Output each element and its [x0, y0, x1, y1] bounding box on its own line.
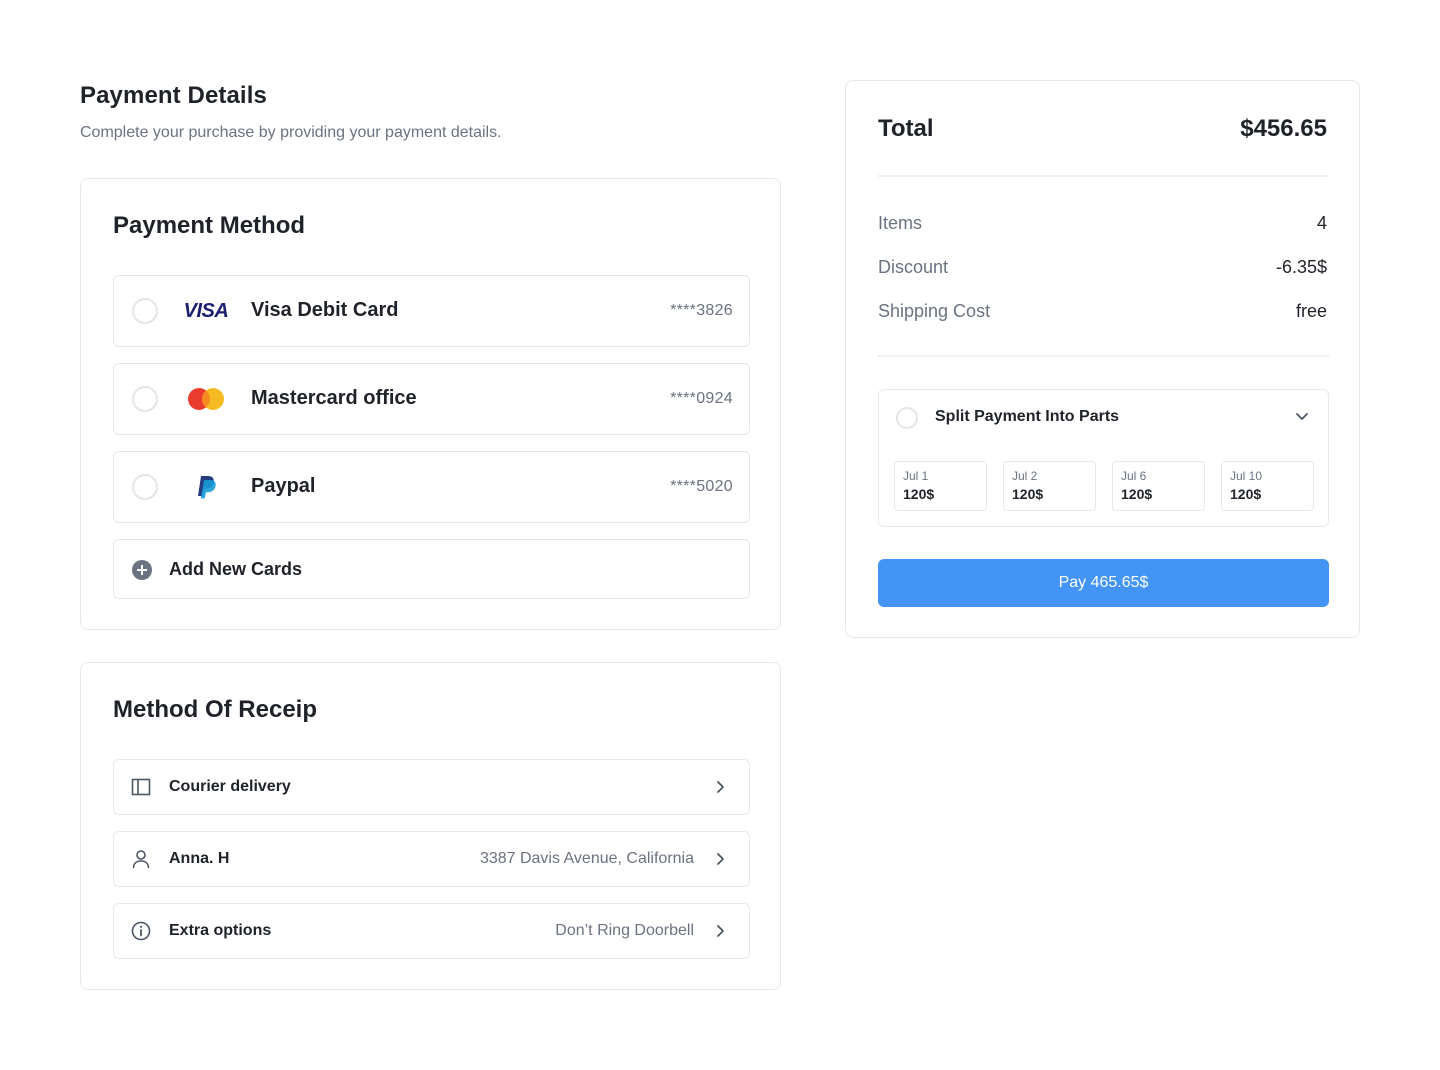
payment-option-number: ****0924	[670, 390, 733, 407]
split-payment-title[interactable]: Split Payment Into Parts	[935, 408, 1119, 426]
summary-row-label: Discount	[878, 257, 949, 277]
payment-option-number: ****3826	[670, 302, 733, 319]
summary-row-value: 4	[1316, 213, 1327, 233]
payment-option-visa[interactable]: VISA Visa Debit Card ****3826	[113, 275, 750, 347]
payment-option-name: Mastercard office	[251, 387, 417, 409]
paypal-logo-icon	[184, 474, 228, 500]
chevron-right-icon	[717, 781, 724, 793]
mastercard-logo-icon	[184, 386, 228, 412]
order-summary-card: Total $456.65 Items 4 Discount -6.35$ Sh…	[845, 80, 1360, 638]
user-icon	[132, 850, 150, 869]
split-part-option[interactable]: Jul 1 120$	[894, 461, 987, 511]
payment-option-name: Paypal	[251, 475, 316, 497]
receipt-row-courier[interactable]: Courier delivery	[113, 759, 750, 815]
mastercard-radio[interactable]	[132, 386, 158, 412]
split-part-option[interactable]: Jul 2 120$	[1003, 461, 1096, 511]
method-of-receipt-title: Method Of Receip	[113, 696, 318, 723]
split-part-date: Jul 10	[1230, 469, 1263, 483]
payment-option-number: ****5020	[670, 478, 733, 495]
add-new-cards-button[interactable]: Add New Cards	[113, 539, 750, 599]
visa-logo-text: VISA	[183, 299, 229, 322]
payment-method-title: Payment Method	[113, 212, 306, 239]
chevron-right-icon	[717, 853, 724, 865]
split-payment-panel: Split Payment Into Parts Jul 1 120$ Jul …	[878, 389, 1329, 527]
add-new-cards-label: Add New Cards	[169, 559, 303, 579]
receipt-row-label: Courier delivery	[169, 778, 291, 795]
payment-option-name: Visa Debit Card	[251, 299, 399, 321]
split-part-amount: 120$	[1121, 486, 1153, 502]
plus-circle-icon	[132, 560, 152, 580]
total-value: $456.65	[1240, 115, 1327, 142]
paypal-radio[interactable]	[132, 474, 158, 500]
total-label: Total	[878, 115, 934, 142]
split-payment-radio[interactable]	[896, 407, 918, 429]
split-part-date: Jul 6	[1121, 469, 1147, 483]
paypal-p-icon	[198, 476, 216, 499]
summary-divider	[878, 355, 1329, 357]
split-part-option[interactable]: Jul 6 120$	[1112, 461, 1205, 511]
split-part-option[interactable]: Jul 10 120$	[1221, 461, 1314, 511]
split-part-amount: 120$	[903, 486, 935, 502]
split-part-date: Jul 2	[1012, 469, 1038, 483]
page-title: Payment Details	[80, 82, 267, 109]
payment-method-card: Payment Method VISA Visa Debit Card ****…	[80, 178, 781, 630]
mastercard-circles-icon	[188, 388, 224, 410]
summary-row-label: Shipping Cost	[878, 301, 991, 321]
page-subtitle: Complete your purchase by providing your…	[80, 124, 502, 141]
summary-row-value: free	[1295, 301, 1327, 321]
chevron-right-icon	[717, 925, 724, 937]
split-part-date: Jul 1	[903, 469, 929, 483]
payment-option-mastercard[interactable]: Mastercard office ****0924	[113, 363, 750, 435]
summary-row-label: Items	[878, 213, 923, 233]
receipt-row-value: Don’t Ring Doorbell	[555, 922, 694, 939]
split-part-amount: 120$	[1230, 486, 1262, 502]
receipt-row-value: 3387 Davis Avenue, California	[479, 850, 694, 867]
receipt-row-recipient[interactable]: Anna. H 3387 Davis Avenue, California	[113, 831, 750, 887]
receipt-row-label: Anna. H	[169, 850, 230, 867]
receipt-row-label: Extra options	[169, 922, 272, 939]
summary-divider	[878, 175, 1329, 177]
visa-logo-icon: VISA	[183, 298, 229, 324]
split-part-amount: 120$	[1012, 486, 1044, 502]
receipt-row-extra-options[interactable]: Extra options Don’t Ring Doorbell	[113, 903, 750, 959]
info-icon	[131, 921, 151, 941]
method-of-receipt-card: Method Of Receip Courier delivery Anna. …	[80, 662, 781, 990]
pay-button[interactable]: Pay 465.65$	[878, 559, 1329, 607]
chevron-down-icon[interactable]	[1294, 408, 1310, 424]
sidebar-layout-icon	[131, 778, 151, 796]
summary-row-value: -6.35$	[1275, 257, 1327, 277]
visa-radio[interactable]	[132, 298, 158, 324]
payment-option-paypal[interactable]: Paypal ****5020	[113, 451, 750, 523]
